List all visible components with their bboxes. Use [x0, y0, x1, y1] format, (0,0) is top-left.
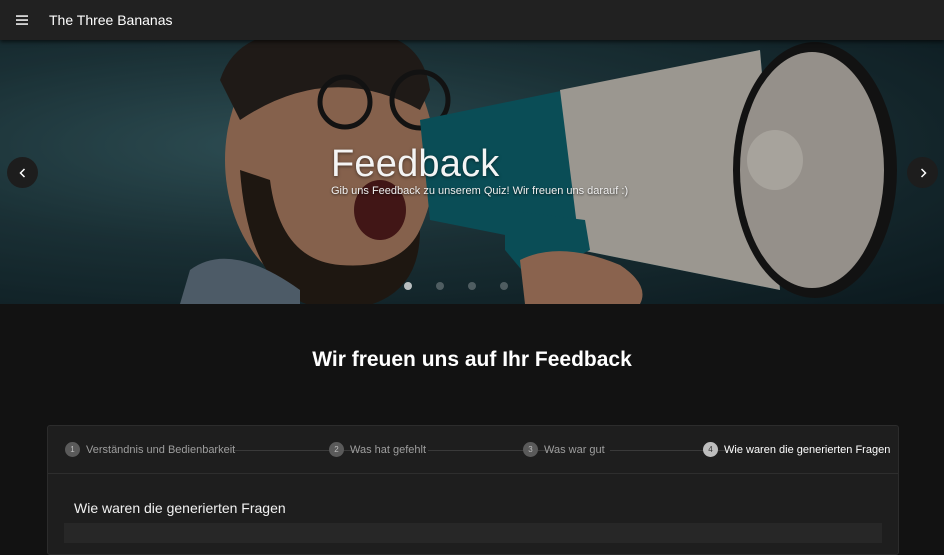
stepper-header: 1 Verständnis und Bedienbarkeit 2 Was ha…	[48, 426, 898, 474]
app-bar: The Three Bananas	[0, 0, 944, 40]
hero-title: Feedback	[331, 143, 500, 185]
step-content-title: Wie waren die generierten Fragen	[74, 500, 286, 516]
step-4[interactable]: 4 Wie waren die generierten Fragen	[703, 442, 890, 457]
page-heading: Wir freuen uns auf Ihr Feedback	[312, 348, 632, 371]
carousel-dot[interactable]	[500, 282, 508, 290]
feedback-stepper-card: 1 Verständnis und Bedienbarkeit 2 Was ha…	[47, 425, 899, 555]
chevron-right-icon	[920, 167, 927, 178]
carousel-dot[interactable]	[436, 282, 444, 290]
menu-icon	[16, 15, 28, 25]
hero-subtitle: Gib uns Feedback zu unserem Quiz! Wir fr…	[331, 185, 629, 197]
carousel-dot[interactable]	[468, 282, 476, 290]
step-number: 3	[523, 442, 538, 457]
question-row[interactable]	[64, 523, 882, 543]
step-2[interactable]: 2 Was hat gefehlt	[329, 442, 426, 457]
hero-carousel: Feedback Gib uns Feedback zu unserem Qui…	[0, 40, 944, 304]
step-number: 4	[703, 442, 718, 457]
step-label: Verständnis und Bedienbarkeit	[86, 443, 236, 456]
step-1[interactable]: 1 Verständnis und Bedienbarkeit	[65, 442, 235, 457]
step-3[interactable]: 3 Was war gut	[523, 442, 605, 457]
carousel-dot[interactable]	[404, 282, 412, 290]
step-number: 1	[65, 442, 80, 457]
carousel-prev-button[interactable]	[7, 157, 38, 188]
step-label: Was hat gefehlt	[350, 443, 427, 456]
step-label: Wie waren die generierten Fragen	[724, 443, 891, 456]
menu-button[interactable]	[8, 6, 36, 34]
app-title: The Three Bananas	[49, 12, 173, 28]
carousel-indicators	[404, 282, 508, 290]
step-label: Was war gut	[544, 443, 605, 456]
step-number: 2	[329, 442, 344, 457]
chevron-left-icon	[18, 167, 25, 178]
carousel-next-button[interactable]	[907, 157, 938, 188]
